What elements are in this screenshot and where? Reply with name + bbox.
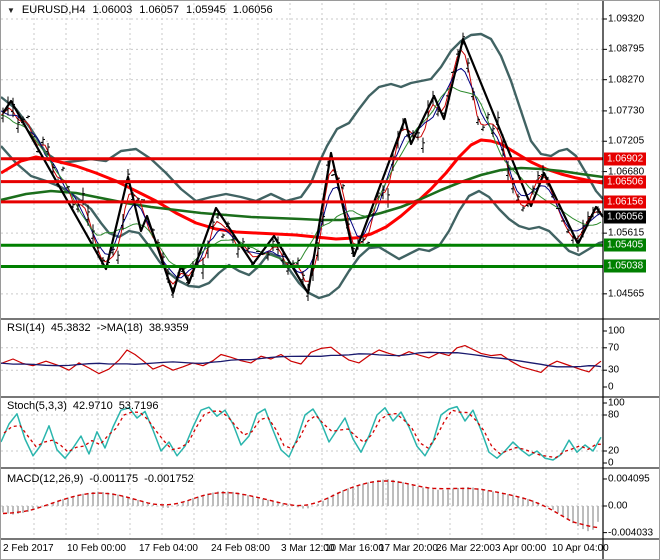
time-label: 3 Apr 00:00 (495, 543, 547, 554)
time-label: 10 Apr 04:00 (552, 543, 609, 554)
rsi-tick-label: 30 (608, 364, 620, 376)
symbol-dropdown-icon[interactable]: ▼ (7, 6, 15, 15)
quote-high: 1.06057 (139, 4, 180, 16)
macd-signal-value: -0.001752 (144, 473, 194, 485)
stoch-tick-label: 0 (608, 457, 614, 469)
current-price-label: 1.06056 (604, 210, 647, 224)
stoch-name: Stoch(5,3,3) (7, 400, 67, 412)
rsi-value: 45.3832 (50, 322, 91, 334)
stoch-tick-label: 20 (608, 445, 620, 457)
price-tick-label: 1.07730 (608, 105, 645, 117)
chart-window: ▼ EURUSD,H4 1.06003 1.06057 1.05945 1.06… (0, 0, 660, 560)
price-tick-label: 1.05615 (608, 227, 645, 239)
rsi-tick-label: 100 (608, 325, 625, 337)
macd-tick-label: -0.004033 (608, 527, 654, 539)
macd-label: MACD(12,26,9) -0.001175 -0.001752 (7, 473, 194, 485)
quote-close: 1.06056 (232, 4, 273, 16)
price-tick-label: 1.09320 (608, 13, 645, 25)
price-tick-label: 1.08270 (608, 74, 645, 86)
time-label: 10 Mar 16:00 (325, 543, 384, 554)
symbol-title: EURUSD,H4 (21, 4, 86, 16)
support-price-label: 1.05038 (604, 259, 647, 273)
rsi-tick-label: 70 (608, 342, 620, 354)
stoch-label: Stoch(5,3,3) 42.9710 53.7196 (7, 400, 158, 412)
resistance-price-label: 1.06156 (604, 195, 647, 209)
time-label: 26 Mar 22:00 (436, 543, 495, 554)
stoch-k-value: 42.9710 (72, 400, 113, 412)
quote-low: 1.05945 (186, 4, 226, 16)
stoch-d-value: 53.7196 (118, 400, 159, 412)
rsi-ma-name: ->MA(18) (96, 322, 143, 334)
time-label: 17 Feb 04:00 (139, 543, 198, 554)
resistance-price-label: 1.06506 (604, 175, 647, 189)
time-label: 17 Mar 20:00 (379, 543, 438, 554)
price-tick-label: 1.08795 (608, 43, 645, 55)
resistance-price-label: 1.06902 (604, 152, 647, 166)
rsi-tick-label: 0 (608, 381, 614, 393)
time-label: 24 Feb 08:00 (211, 543, 270, 554)
rsi-name: RSI(14) (7, 322, 45, 334)
chart-header: ▼ EURUSD,H4 1.06003 1.06057 1.05945 1.06… (7, 4, 273, 16)
quote-open: 1.06003 (92, 4, 133, 16)
price-tick-label: 1.04565 (608, 288, 645, 300)
price-tick-label: 1.07205 (608, 135, 645, 147)
time-label: 10 Feb 00:00 (67, 543, 126, 554)
macd-main-value: -0.001175 (89, 473, 139, 485)
stoch-tick-label: 80 (608, 409, 620, 421)
rsi-ma-value: 38.9359 (148, 322, 189, 334)
macd-tick-label: 0.004095 (608, 473, 650, 485)
macd-name: MACD(12,26,9) (7, 473, 84, 485)
stoch-tick-label: 100 (608, 397, 625, 409)
support-price-label: 1.05405 (604, 238, 647, 252)
time-label: 2 Feb 2017 (3, 543, 54, 554)
rsi-label: RSI(14) 45.3832 ->MA(18) 38.9359 (7, 322, 189, 334)
macd-tick-label: 0.00 (608, 500, 628, 512)
